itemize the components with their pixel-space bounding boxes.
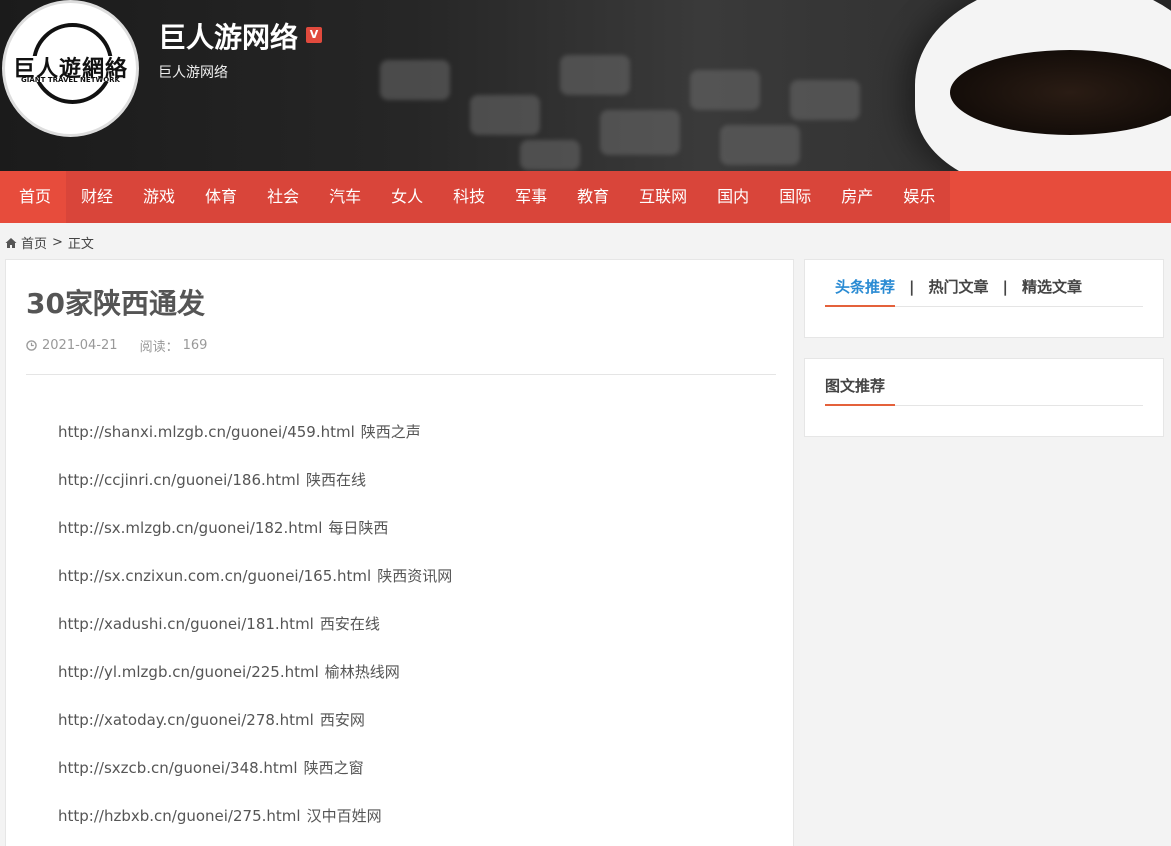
image-recommend-card: 图文推荐	[804, 358, 1164, 437]
list-item: http://sxzcb.cn/guonei/348.html 陕西之窗	[58, 758, 452, 806]
site-title[interactable]: 巨人游网络	[158, 16, 298, 56]
keyboard-key-decoration	[560, 55, 630, 95]
list-item: http://shanxi.mlzgb.cn/guonei/459.html 陕西…	[58, 422, 452, 470]
site-name: 每日陕西	[328, 519, 389, 537]
breadcrumb-separator: >	[52, 235, 63, 250]
nav-menu: 首页 财经 游戏 体育 社会 汽车 女人 科技 军事 教育 互联网 国内 国际 房产 娱乐	[4, 171, 950, 223]
list-item: http://sx.mlzgb.cn/guonei/182.html 每日陕西	[58, 518, 452, 566]
keyboard-key-decoration	[790, 80, 860, 120]
site-name: 西安在线	[319, 615, 380, 633]
list-item: http://hzbxb.cn/guonei/275.html 汉中百姓网	[58, 806, 452, 846]
nav-item[interactable]: 互联网	[624, 171, 702, 223]
section-underline	[825, 404, 895, 406]
article-card: 30家陕西通发 2021-04-21 阅读： 169 http://shanxi…	[5, 259, 794, 846]
article-meta: 2021-04-21 阅读： 169	[26, 336, 207, 355]
logo-english-text: GIANT TRAVEL NETWORK	[21, 76, 120, 84]
article-body: http://shanxi.mlzgb.cn/guonei/459.html 陕西…	[58, 422, 452, 846]
site-name: 榆林热线网	[324, 663, 400, 681]
nav-item[interactable]: 汽车	[314, 171, 376, 223]
main-nav: 首页 财经 游戏 体育 社会 汽车 女人 科技 军事 教育 互联网 国内 国际 房产 娱乐	[0, 171, 1171, 223]
nav-item[interactable]: 首页	[4, 171, 67, 223]
nav-item[interactable]: 国内	[702, 171, 764, 223]
site-name: 陕西之声	[360, 423, 421, 441]
site-name: 陕西在线	[305, 471, 366, 489]
nav-item[interactable]: 体育	[190, 171, 252, 223]
tab-featured[interactable]: 精选文章	[1022, 276, 1082, 297]
keyboard-key-decoration	[520, 140, 580, 170]
site-header: 巨人遊網絡 GIANT TRAVEL NETWORK 巨人游网络 V 巨人游网络	[0, 0, 1171, 171]
nav-item[interactable]: 财经	[66, 171, 128, 223]
breadcrumb-home[interactable]: 首页	[21, 233, 47, 252]
home-icon	[5, 237, 17, 248]
site-name: 西安网	[319, 711, 365, 729]
nav-item[interactable]: 社会	[252, 171, 314, 223]
list-item: http://ccjinri.cn/guonei/186.html 陕西在线	[58, 470, 452, 518]
keyboard-key-decoration	[600, 110, 680, 155]
tab-headline[interactable]: 头条推荐	[835, 276, 895, 297]
sidebar-tabs-card: 头条推荐 | 热门文章 | 精选文章	[804, 259, 1164, 338]
site-url-link[interactable]: http://ccjinri.cn/guonei/186.html	[58, 471, 300, 489]
tab-popular[interactable]: 热门文章	[929, 276, 989, 297]
keyboard-key-decoration	[720, 125, 800, 165]
title-divider	[26, 374, 776, 375]
nav-item[interactable]: 游戏	[128, 171, 190, 223]
list-item: http://xadushi.cn/guonei/181.html 西安在线	[58, 614, 452, 662]
tab-separator: |	[1002, 277, 1008, 296]
nav-item[interactable]: 娱乐	[888, 171, 950, 223]
list-item: http://xatoday.cn/guonei/278.html 西安网	[58, 710, 452, 758]
article-date: 2021-04-21	[42, 338, 118, 353]
nav-item[interactable]: 房产	[826, 171, 888, 223]
site-url-link[interactable]: http://yl.mlzgb.cn/guonei/225.html	[58, 663, 319, 681]
clock-icon	[26, 340, 37, 351]
site-name: 陕西资讯网	[377, 567, 453, 585]
site-url-link[interactable]: http://sx.mlzgb.cn/guonei/182.html	[58, 519, 322, 537]
site-url-link[interactable]: http://xatoday.cn/guonei/278.html	[58, 711, 314, 729]
nav-item[interactable]: 国际	[764, 171, 826, 223]
list-item: http://sx.cnzixun.com.cn/guonei/165.html…	[58, 566, 452, 614]
site-name: 陕西之窗	[303, 759, 364, 777]
breadcrumb: 首页 > 正文	[5, 233, 94, 252]
site-url-link[interactable]: http://hzbxb.cn/guonei/275.html	[58, 807, 301, 825]
site-url-link[interactable]: http://shanxi.mlzgb.cn/guonei/459.html	[58, 423, 355, 441]
nav-item[interactable]: 科技	[438, 171, 500, 223]
site-subtitle: 巨人游网络	[158, 65, 228, 81]
site-url-link[interactable]: http://sx.cnzixun.com.cn/guonei/165.html	[58, 567, 371, 585]
site-name: 汉中百姓网	[306, 807, 382, 825]
nav-item[interactable]: 女人	[376, 171, 438, 223]
keyboard-key-decoration	[470, 95, 540, 135]
views-count: 169	[182, 338, 208, 353]
site-url-link[interactable]: http://xadushi.cn/guonei/181.html	[58, 615, 314, 633]
keyboard-key-decoration	[690, 70, 760, 110]
image-recommend-title: 图文推荐	[825, 377, 886, 395]
nav-item[interactable]: 军事	[500, 171, 562, 223]
active-tab-underline	[825, 305, 895, 307]
views-label: 阅读：	[139, 340, 179, 355]
tab-separator: |	[909, 277, 915, 296]
site-url-link[interactable]: http://sxzcb.cn/guonei/348.html	[58, 759, 298, 777]
verified-badge: V	[306, 27, 322, 43]
list-item: http://yl.mlzgb.cn/guonei/225.html 榆林热线网	[58, 662, 452, 710]
nav-item[interactable]: 教育	[562, 171, 624, 223]
site-logo[interactable]: 巨人遊網絡 GIANT TRAVEL NETWORK	[5, 3, 136, 134]
sidebar-tabs: 头条推荐 | 热门文章 | 精选文章	[835, 276, 1082, 297]
keyboard-key-decoration	[380, 60, 450, 100]
breadcrumb-current: 正文	[67, 237, 94, 252]
article-title: 30家陕西通发	[26, 287, 205, 320]
